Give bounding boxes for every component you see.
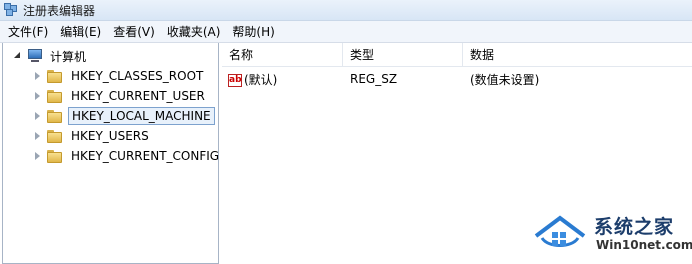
window-title: 注册表编辑器 xyxy=(23,3,96,18)
column-header-name[interactable]: 名称 xyxy=(222,43,343,67)
menu-favorites[interactable]: 收藏夹(A) xyxy=(161,22,227,42)
folder-icon xyxy=(47,89,63,103)
expand-arrow-icon[interactable] xyxy=(33,91,43,101)
menu-help[interactable]: 帮助(H) xyxy=(226,22,280,42)
list-header: 名称 类型 数据 xyxy=(222,43,692,67)
folder-icon xyxy=(47,129,63,143)
tree-node-computer[interactable]: 计算机 xyxy=(13,46,89,66)
tree-node-hkey-local-machine[interactable]: HKEY_LOCAL_MACHINE xyxy=(33,106,215,126)
column-header-type[interactable]: 类型 xyxy=(343,43,463,67)
tree-node-label: HKEY_CURRENT_CONFIG xyxy=(71,149,220,163)
tree-node-hkey-current-config[interactable]: HKEY_CURRENT_CONFIG xyxy=(33,146,222,166)
column-header-data[interactable]: 数据 xyxy=(463,43,692,67)
tree-node-label: HKEY_USERS xyxy=(71,129,149,143)
house-logo-icon xyxy=(534,215,586,247)
tree-node-label: HKEY_CLASSES_ROOT xyxy=(71,69,204,83)
expand-arrow-icon[interactable] xyxy=(33,111,43,121)
value-name-cell: ab (默认) xyxy=(222,71,343,88)
computer-icon xyxy=(27,49,43,63)
expand-arrow-icon[interactable] xyxy=(33,151,43,161)
tree-node-hkey-current-user[interactable]: HKEY_CURRENT_USER xyxy=(33,86,208,106)
value-name: (默认) xyxy=(244,72,278,87)
watermark-title: 系统之家 xyxy=(594,216,675,238)
title-bar: 注册表编辑器 xyxy=(0,0,692,21)
value-data: (数值未设置) xyxy=(470,72,540,87)
expand-arrow-icon[interactable] xyxy=(33,71,43,81)
tree-node-hkey-users[interactable]: HKEY_USERS xyxy=(33,126,152,146)
value-type: REG_SZ xyxy=(350,72,398,86)
folder-icon xyxy=(47,109,63,123)
menu-bar: 文件(F) 编辑(E) 查看(V) 收藏夹(A) 帮助(H) xyxy=(0,21,692,43)
tree-pane[interactable]: 计算机 HKEY_CLASSES_ROOT HKEY_CURRENT_USER … xyxy=(2,43,219,264)
expand-arrow-icon[interactable] xyxy=(33,131,43,141)
registry-editor-icon xyxy=(4,3,18,17)
tree-node-label: 计算机 xyxy=(50,49,87,64)
collapse-arrow-icon[interactable] xyxy=(13,51,23,61)
watermark: 系统之家 Win10net.com xyxy=(528,208,692,264)
tree-node-label: HKEY_CURRENT_USER xyxy=(71,89,205,103)
list-row[interactable]: ab (默认) REG_SZ (数值未设置) xyxy=(222,69,692,89)
menu-view[interactable]: 查看(V) xyxy=(107,22,161,42)
tree-node-label: HKEY_LOCAL_MACHINE xyxy=(68,107,215,125)
menu-edit[interactable]: 编辑(E) xyxy=(54,22,107,42)
string-value-icon: ab xyxy=(228,73,242,87)
watermark-subtitle: Win10net.com xyxy=(596,238,692,252)
folder-icon xyxy=(47,149,63,163)
menu-file[interactable]: 文件(F) xyxy=(2,22,54,42)
folder-icon xyxy=(47,69,63,83)
tree-node-hkey-classes-root[interactable]: HKEY_CLASSES_ROOT xyxy=(33,66,206,86)
